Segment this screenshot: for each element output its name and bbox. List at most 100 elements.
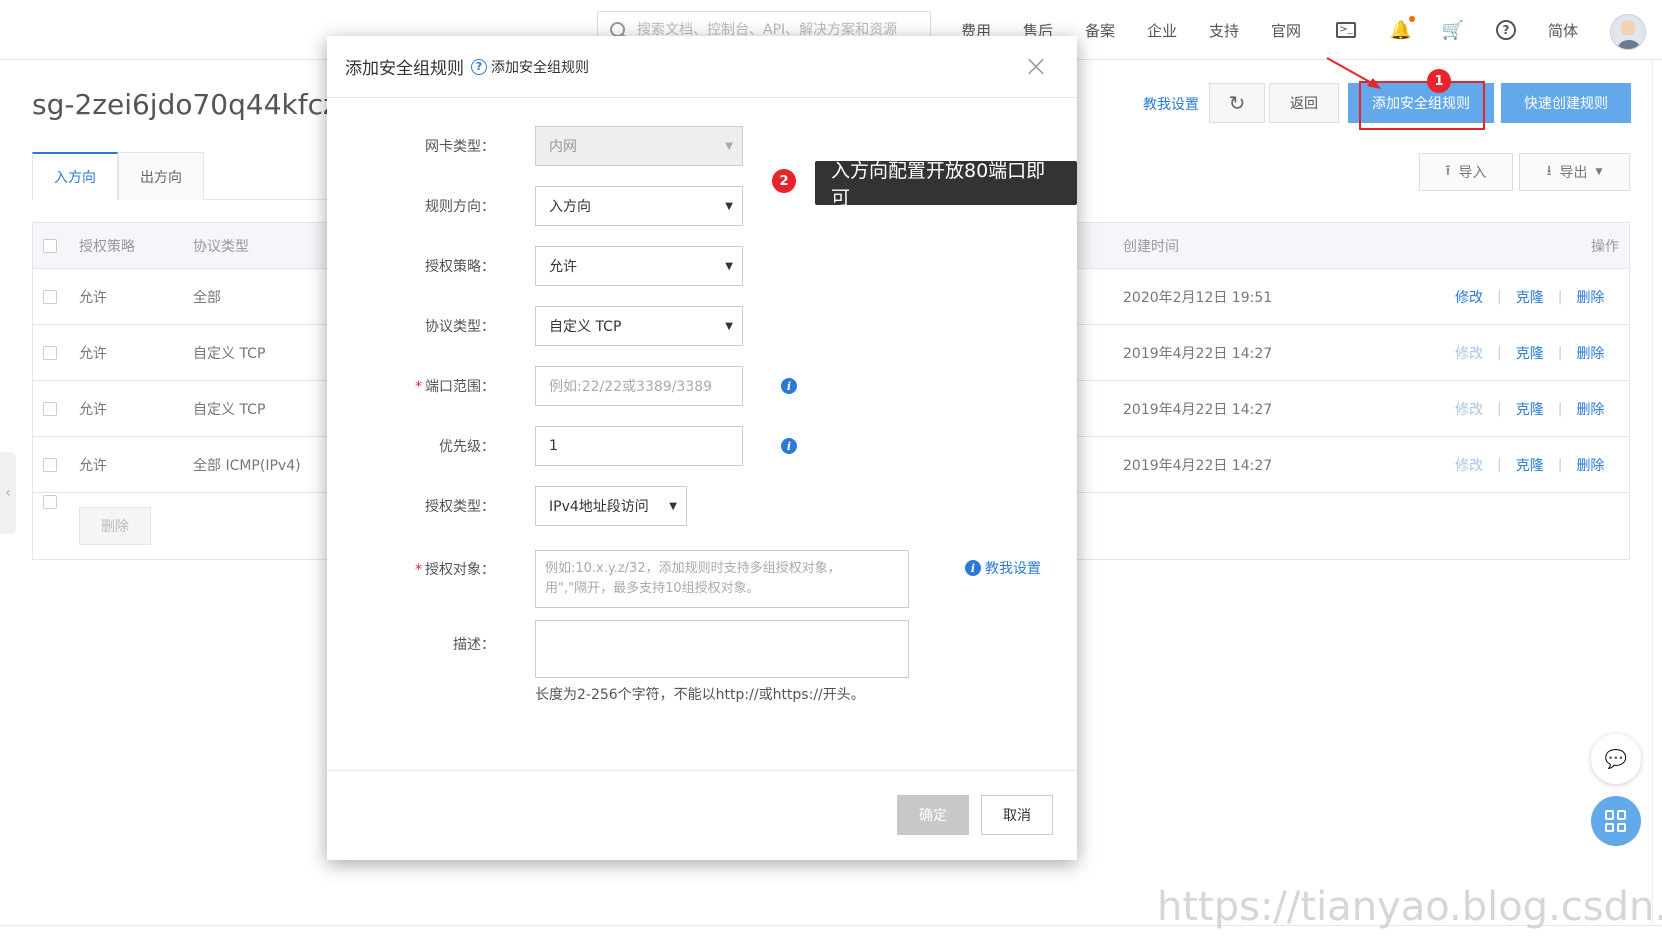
- cart-icon[interactable]: 🛒: [1441, 18, 1465, 42]
- quick-create-button[interactable]: 快速创建规则: [1501, 83, 1631, 123]
- caret-down-icon: ▼: [669, 501, 677, 512]
- apps-grid-icon: [1605, 810, 1627, 832]
- protocol-select[interactable]: 自定义 TCP ▼: [535, 306, 743, 346]
- info-icon[interactable]: i: [781, 438, 797, 454]
- description-textarea[interactable]: [535, 620, 909, 678]
- add-rule-dialog: 添加安全组规则 ? 添加安全组规则 × 网卡类型： 内网 ▼ 规则方向： 入方向…: [327, 36, 1077, 860]
- auth-object-teach-link[interactable]: i 教我设置: [965, 558, 1041, 578]
- cell-created: 2019年4月22日 14:27: [1123, 345, 1273, 362]
- annotation-step-2: 2: [772, 169, 796, 193]
- chevron-down-icon: ▼: [1595, 167, 1603, 177]
- cell-policy: 允许: [79, 401, 107, 418]
- refresh-icon: ↻: [1228, 91, 1246, 115]
- direction-select[interactable]: 入方向 ▼: [535, 186, 743, 226]
- cell-created: 2019年4月22日 14:27: [1123, 457, 1273, 474]
- row-checkbox[interactable]: [43, 457, 57, 472]
- nav-support[interactable]: 支持: [1209, 20, 1239, 41]
- direction-value: 入方向: [549, 199, 591, 215]
- export-label: 导出: [1559, 165, 1588, 181]
- nav-filing[interactable]: 备案: [1085, 20, 1115, 41]
- caret-down-icon: ▼: [725, 201, 733, 212]
- annotation-step-1: 1: [1427, 69, 1451, 93]
- col-protocol: 协议类型: [193, 238, 249, 255]
- scrollbar[interactable]: [1652, 60, 1662, 925]
- refresh-button[interactable]: ↻: [1209, 83, 1265, 123]
- port-range-placeholder: 例如:22/22或3389/3389: [549, 379, 713, 395]
- caret-down-icon: ▼: [725, 141, 733, 152]
- auth-type-select[interactable]: IPv4地址段访问 ▼: [535, 486, 687, 526]
- auth-object-placeholder-2: 用","隔开，最多支持10组授权对象。: [545, 581, 760, 596]
- row-checkbox[interactable]: [43, 345, 57, 360]
- notification-dot: [1409, 16, 1415, 22]
- edit-link[interactable]: 修改: [1455, 287, 1483, 307]
- priority-input[interactable]: 1: [535, 426, 743, 466]
- cell-policy: 允许: [79, 345, 107, 362]
- port-range-input[interactable]: 例如:22/22或3389/3389: [535, 366, 743, 406]
- teach-me-link[interactable]: 教我设置: [1143, 94, 1199, 114]
- cancel-button[interactable]: 取消: [981, 795, 1053, 835]
- policy-label: 授权策略：: [425, 259, 495, 275]
- required-mark: *: [415, 379, 422, 395]
- description-label: 描述：: [453, 637, 495, 653]
- avatar[interactable]: [1610, 14, 1646, 50]
- protocol-value: 自定义 TCP: [549, 319, 622, 335]
- edit-link: 修改: [1455, 457, 1483, 474]
- cell-created: 2019年4月22日 14:27: [1123, 401, 1273, 418]
- delete-link[interactable]: 删除: [1576, 399, 1604, 419]
- clone-link[interactable]: 克隆: [1516, 455, 1544, 475]
- bell-icon[interactable]: 🔔: [1389, 16, 1415, 42]
- required-mark: *: [415, 562, 422, 578]
- auth-type-label: 授权类型：: [425, 499, 495, 515]
- language-switch[interactable]: 简体: [1548, 20, 1578, 41]
- batch-delete-button: 删除: [79, 507, 151, 545]
- page-title: sg-2zei6jdo70q44kfczy: [32, 88, 355, 121]
- import-button[interactable]: ⭱ 导入: [1419, 153, 1513, 191]
- help-icon[interactable]: ?: [1496, 20, 1516, 40]
- nav-official-site[interactable]: 官网: [1271, 20, 1301, 41]
- tab-outbound[interactable]: 出方向: [118, 152, 204, 200]
- chat-icon: 💬: [1604, 748, 1628, 770]
- caret-down-icon: ▼: [725, 261, 733, 272]
- footer-select-checkbox[interactable]: [43, 495, 57, 509]
- chat-button[interactable]: 💬: [1591, 734, 1641, 784]
- direction-label: 规则方向：: [425, 199, 495, 215]
- teach-link-label: 教我设置: [985, 561, 1041, 577]
- row-checkbox[interactable]: [43, 289, 57, 304]
- delete-link[interactable]: 删除: [1576, 455, 1604, 475]
- clone-link[interactable]: 克隆: [1516, 343, 1544, 363]
- port-range-label-text: 端口范围：: [425, 379, 495, 395]
- select-all-checkbox[interactable]: [43, 238, 57, 253]
- policy-select[interactable]: 允许 ▼: [535, 246, 743, 286]
- confirm-button[interactable]: 确定: [897, 795, 969, 835]
- clone-link[interactable]: 克隆: [1516, 399, 1544, 419]
- chevron-left-icon: ‹: [5, 485, 11, 501]
- apps-button[interactable]: [1591, 796, 1641, 846]
- dialog-footer: 确定 取消: [327, 770, 1077, 860]
- dialog-help-link[interactable]: 添加安全组规则: [491, 57, 589, 77]
- sidebar-toggle[interactable]: ‹: [0, 452, 16, 534]
- nic-type-label: 网卡类型：: [425, 139, 495, 155]
- edit-link: 修改: [1455, 345, 1483, 362]
- edit-link: 修改: [1455, 401, 1483, 418]
- annotation-tooltip: 入方向配置开放80端口即可: [815, 160, 1077, 209]
- annotation-arrow: [1326, 57, 1381, 89]
- export-button[interactable]: ⭳ 导出 ▼: [1519, 153, 1630, 191]
- delete-link[interactable]: 删除: [1576, 343, 1604, 363]
- delete-link[interactable]: 删除: [1576, 287, 1604, 307]
- nav-enterprise[interactable]: 企业: [1147, 20, 1177, 41]
- auth-object-textarea[interactable]: 例如:10.x.y.z/32，添加规则时支持多组授权对象， 用","隔开，最多支…: [535, 550, 909, 608]
- info-icon[interactable]: i: [781, 378, 797, 394]
- close-icon[interactable]: ×: [1021, 52, 1051, 82]
- cell-created: 2020年2月12日 19:51: [1123, 289, 1273, 306]
- clone-link[interactable]: 克隆: [1516, 287, 1544, 307]
- info-icon: i: [965, 560, 981, 576]
- tab-inbound[interactable]: 入方向: [32, 152, 118, 200]
- terminal-icon[interactable]: >_: [1336, 22, 1356, 38]
- row-checkbox[interactable]: [43, 401, 57, 416]
- cell-protocol: 自定义 TCP: [193, 401, 266, 418]
- port-range-label: * 端口范围：: [415, 376, 495, 396]
- col-policy: 授权策略: [79, 238, 135, 255]
- search-icon: [610, 21, 625, 37]
- auth-type-value: IPv4地址段访问: [549, 499, 649, 515]
- help-circle-icon[interactable]: ?: [471, 58, 487, 75]
